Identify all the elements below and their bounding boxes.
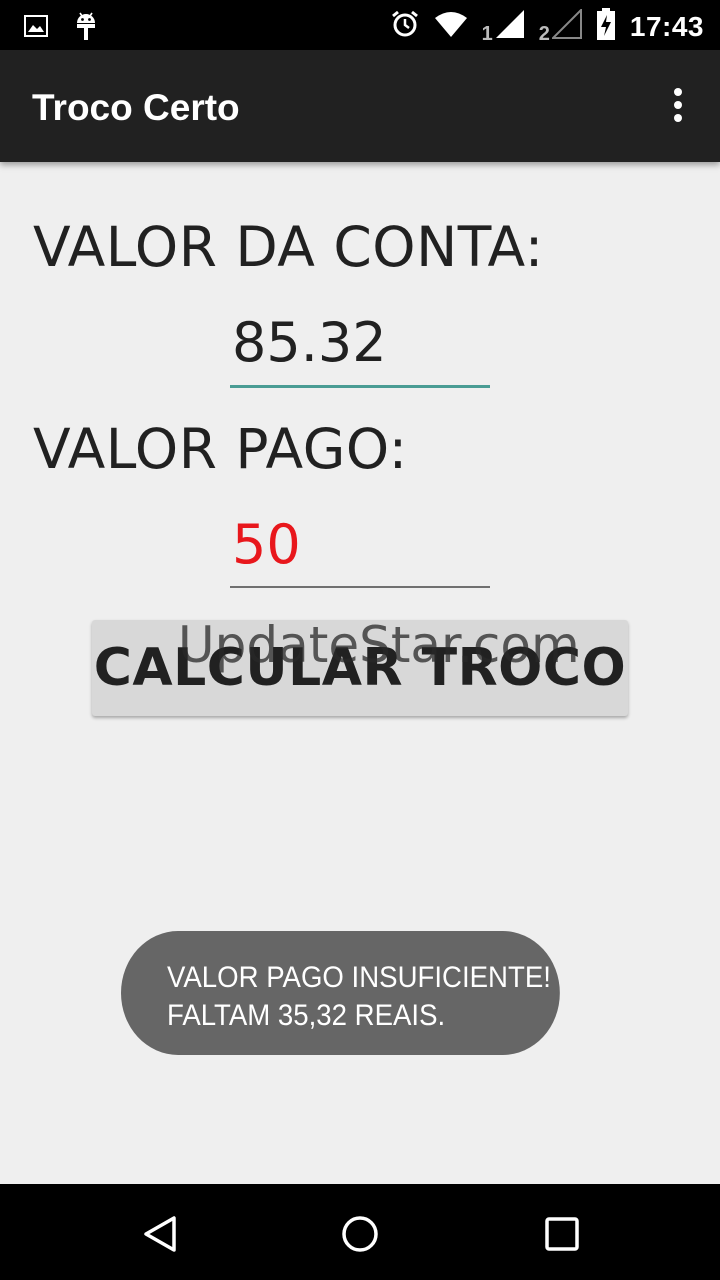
battery-charging-icon [596,8,616,45]
signal-icon [495,9,525,44]
signal-icon [550,7,582,44]
status-bar: 1 2 17:43 [0,0,720,50]
back-icon[interactable] [138,1212,182,1256]
app-bar: Troco Certo [0,50,720,162]
sim1-number: 1 [481,23,493,45]
sim2-number: 2 [538,23,550,45]
overflow-dot [674,114,682,122]
app-title: Troco Certo [32,87,240,128]
toast-line-1: VALOR PAGO INSUFICIENTE! [167,961,551,994]
overflow-menu-button[interactable] [672,88,684,124]
alarm-icon [390,9,420,44]
valor-conta-label: VALOR DA CONTA: [33,215,544,279]
image-icon [24,14,48,43]
toast-message: VALOR PAGO INSUFICIENTE! FALTAM 35,32 RE… [121,931,560,1055]
recents-icon[interactable] [540,1212,584,1256]
overflow-dot [674,88,682,96]
valor-pago-input[interactable] [230,502,490,588]
toast-line-2: FALTAM 35,32 REAIS. [167,999,446,1032]
sim2-signal: 2 [538,7,582,45]
wifi-icon [434,10,468,43]
home-icon[interactable] [338,1212,382,1256]
android-icon [74,10,98,47]
overflow-dot [674,101,682,109]
valor-pago-label: VALOR PAGO: [33,417,408,481]
calcular-troco-button[interactable]: CALCULAR TROCO [92,620,628,716]
clock: 17:43 [629,10,704,42]
navigation-bar [0,1184,720,1280]
valor-conta-input[interactable] [230,300,490,388]
sim1-signal: 1 [482,9,525,44]
